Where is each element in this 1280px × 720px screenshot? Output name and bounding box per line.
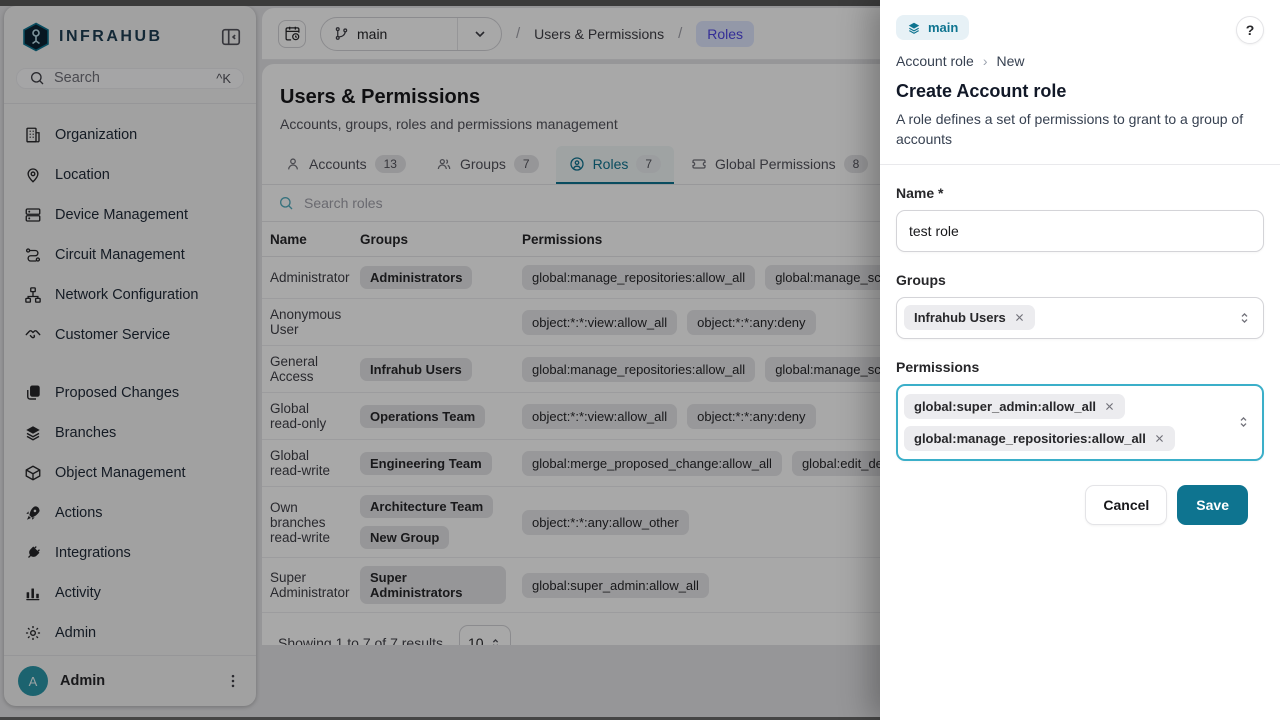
selected-tag-label: global:manage_repositories:allow_all <box>914 431 1146 446</box>
branch-badge-label: main <box>928 20 958 35</box>
groups-select[interactable]: Infrahub Users <box>896 297 1264 339</box>
drawer-actions: Cancel Save <box>896 481 1264 525</box>
chevrons-up-down-icon <box>1237 310 1252 325</box>
save-button[interactable]: Save <box>1177 485 1248 525</box>
create-role-drawer: main ? Account role › New Create Account… <box>880 0 1280 720</box>
groups-field: Groups Infrahub Users <box>896 272 1264 339</box>
groups-tags: Infrahub Users <box>904 305 1035 330</box>
drawer-breadcrumb-current: New <box>997 53 1025 69</box>
selected-tag-label: global:super_admin:allow_all <box>914 399 1096 414</box>
permissions-tags: global:super_admin:allow_all global:manag… <box>904 394 1175 451</box>
drawer-breadcrumb: Account role › New <box>896 53 1264 69</box>
selected-tag: Infrahub Users <box>904 305 1035 330</box>
drawer-title: Create Account role <box>896 81 1264 102</box>
name-input[interactable] <box>896 210 1264 252</box>
x-icon[interactable] <box>1014 312 1025 323</box>
drawer-form: Name * Groups Infrahub Users Permissions… <box>880 165 1280 720</box>
selected-tag: global:super_admin:allow_all <box>904 394 1125 419</box>
layers-icon <box>907 21 921 35</box>
drawer-description: A role defines a set of permissions to g… <box>896 109 1248 150</box>
drawer-header: main ? Account role › New Create Account… <box>880 0 1280 165</box>
permissions-field: Permissions global:super_admin:allow_all… <box>896 359 1264 461</box>
permissions-label: Permissions <box>896 359 1264 375</box>
name-label: Name * <box>896 185 1264 201</box>
branch-badge: main <box>896 15 969 40</box>
help-button[interactable]: ? <box>1236 16 1264 44</box>
app-root: INFRAHUB Search ^K OrganizationLocationD… <box>0 0 1280 720</box>
permissions-select[interactable]: global:super_admin:allow_all global:manag… <box>896 384 1264 461</box>
selected-tag: global:manage_repositories:allow_all <box>904 426 1175 451</box>
groups-label: Groups <box>896 272 1264 288</box>
name-field: Name * <box>896 185 1264 252</box>
drawer-breadcrumb-parent[interactable]: Account role <box>896 53 974 69</box>
chevrons-up-down-icon <box>1236 415 1251 430</box>
selected-tag-label: Infrahub Users <box>914 310 1006 325</box>
chevron-right-icon: › <box>983 53 988 69</box>
x-icon[interactable] <box>1154 433 1165 444</box>
cancel-button[interactable]: Cancel <box>1085 485 1167 525</box>
x-icon[interactable] <box>1104 401 1115 412</box>
